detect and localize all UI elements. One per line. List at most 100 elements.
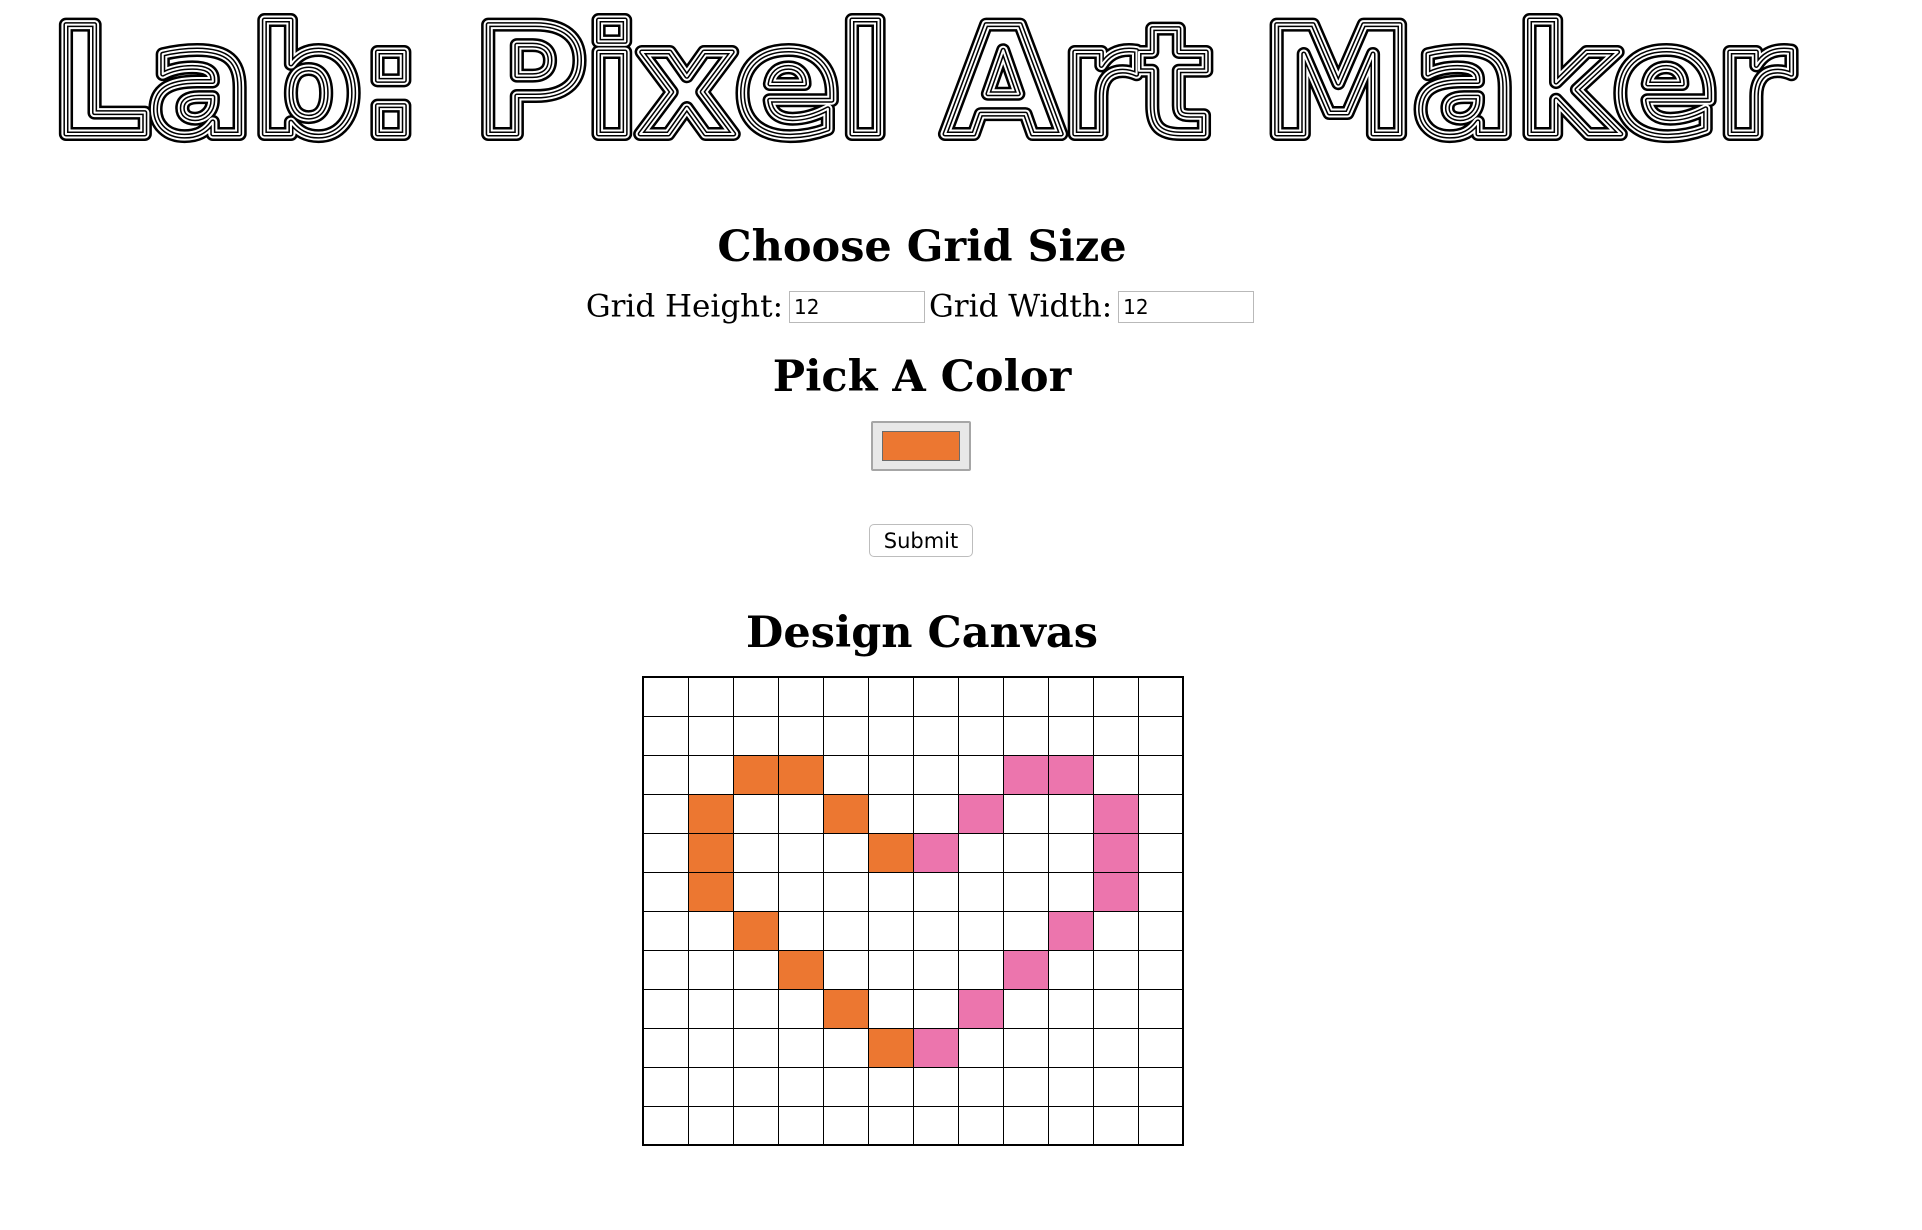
canvas-cell[interactable] [687, 1105, 734, 1146]
canvas-cell[interactable] [867, 871, 914, 912]
canvas-cell[interactable] [1137, 1027, 1184, 1068]
canvas-cell[interactable] [1047, 1105, 1094, 1146]
canvas-cell[interactable] [777, 1105, 824, 1146]
canvas-cell[interactable] [1092, 832, 1139, 873]
canvas-cell[interactable] [732, 910, 779, 951]
grid-height-input[interactable] [789, 290, 926, 323]
canvas-cell[interactable] [1047, 676, 1094, 717]
canvas-cell[interactable] [1047, 910, 1094, 951]
canvas-cell[interactable] [822, 715, 869, 756]
canvas-cell[interactable] [687, 871, 734, 912]
canvas-cell[interactable] [1092, 793, 1139, 834]
canvas-cell[interactable] [867, 832, 914, 873]
canvas-cell[interactable] [687, 1027, 734, 1068]
canvas-cell[interactable] [1137, 1105, 1184, 1146]
canvas-cell[interactable] [822, 988, 869, 1029]
canvas-cell[interactable] [1092, 715, 1139, 756]
canvas-cell[interactable] [957, 1105, 1004, 1146]
canvas-cell[interactable] [1092, 754, 1139, 795]
canvas-cell[interactable] [1002, 715, 1049, 756]
canvas-cell[interactable] [642, 988, 689, 1029]
canvas-cell[interactable] [777, 1066, 824, 1107]
canvas-cell[interactable] [867, 1027, 914, 1068]
canvas-cell[interactable] [957, 1066, 1004, 1107]
canvas-cell[interactable] [642, 949, 689, 990]
canvas-cell[interactable] [732, 988, 779, 1029]
canvas-cell[interactable] [642, 754, 689, 795]
canvas-cell[interactable] [642, 1105, 689, 1146]
canvas-cell[interactable] [642, 910, 689, 951]
canvas-cell[interactable] [867, 988, 914, 1029]
canvas-cell[interactable] [822, 754, 869, 795]
canvas-cell[interactable] [867, 793, 914, 834]
canvas-cell[interactable] [1047, 1027, 1094, 1068]
canvas-cell[interactable] [687, 676, 734, 717]
grid-width-input[interactable] [1118, 290, 1255, 323]
canvas-cell[interactable] [642, 1027, 689, 1068]
canvas-cell[interactable] [867, 676, 914, 717]
canvas-cell[interactable] [1137, 715, 1184, 756]
canvas-cell[interactable] [822, 1105, 869, 1146]
canvas-cell[interactable] [687, 988, 734, 1029]
canvas-cell[interactable] [1092, 676, 1139, 717]
canvas-cell[interactable] [912, 754, 959, 795]
canvas-cell[interactable] [687, 715, 734, 756]
canvas-cell[interactable] [957, 910, 1004, 951]
canvas-cell[interactable] [957, 676, 1004, 717]
canvas-cell[interactable] [1002, 676, 1049, 717]
canvas-cell[interactable] [777, 1027, 824, 1068]
canvas-cell[interactable] [642, 715, 689, 756]
canvas-cell[interactable] [1047, 1066, 1094, 1107]
canvas-cell[interactable] [777, 988, 824, 1029]
canvas-cell[interactable] [732, 676, 779, 717]
canvas-cell[interactable] [1137, 988, 1184, 1029]
canvas-cell[interactable] [777, 715, 824, 756]
canvas-cell[interactable] [822, 793, 869, 834]
canvas-cell[interactable] [687, 949, 734, 990]
canvas-cell[interactable] [1002, 1027, 1049, 1068]
canvas-cell[interactable] [912, 1105, 959, 1146]
canvas-cell[interactable] [1047, 754, 1094, 795]
canvas-cell[interactable] [1002, 1066, 1049, 1107]
canvas-cell[interactable] [867, 754, 914, 795]
canvas-cell[interactable] [687, 1066, 734, 1107]
canvas-cell[interactable] [822, 1027, 869, 1068]
canvas-cell[interactable] [1002, 793, 1049, 834]
canvas-cell[interactable] [687, 754, 734, 795]
canvas-cell[interactable] [1047, 832, 1094, 873]
canvas-cell[interactable] [867, 1066, 914, 1107]
canvas-cell[interactable] [1047, 715, 1094, 756]
canvas-cell[interactable] [642, 871, 689, 912]
canvas-cell[interactable] [957, 754, 1004, 795]
canvas-cell[interactable] [732, 1066, 779, 1107]
canvas-cell[interactable] [777, 832, 824, 873]
canvas-cell[interactable] [1092, 871, 1139, 912]
canvas-cell[interactable] [732, 1105, 779, 1146]
canvas-cell[interactable] [1137, 832, 1184, 873]
canvas-cell[interactable] [1137, 793, 1184, 834]
color-picker[interactable] [871, 421, 971, 471]
canvas-cell[interactable] [867, 715, 914, 756]
canvas-cell[interactable] [822, 1066, 869, 1107]
canvas-cell[interactable] [687, 793, 734, 834]
canvas-cell[interactable] [1137, 949, 1184, 990]
canvas-cell[interactable] [957, 793, 1004, 834]
canvas-cell[interactable] [912, 1066, 959, 1107]
canvas-cell[interactable] [822, 871, 869, 912]
canvas-cell[interactable] [687, 910, 734, 951]
canvas-cell[interactable] [1002, 988, 1049, 1029]
canvas-cell[interactable] [867, 910, 914, 951]
canvas-cell[interactable] [1092, 910, 1139, 951]
canvas-cell[interactable] [732, 1027, 779, 1068]
canvas-cell[interactable] [912, 910, 959, 951]
canvas-cell[interactable] [912, 988, 959, 1029]
canvas-cell[interactable] [957, 988, 1004, 1029]
canvas-cell[interactable] [1092, 988, 1139, 1029]
canvas-cell[interactable] [732, 949, 779, 990]
canvas-cell[interactable] [912, 715, 959, 756]
canvas-cell[interactable] [867, 1105, 914, 1146]
canvas-cell[interactable] [957, 871, 1004, 912]
canvas-cell[interactable] [912, 676, 959, 717]
canvas-cell[interactable] [822, 832, 869, 873]
canvas-cell[interactable] [1092, 1027, 1139, 1068]
